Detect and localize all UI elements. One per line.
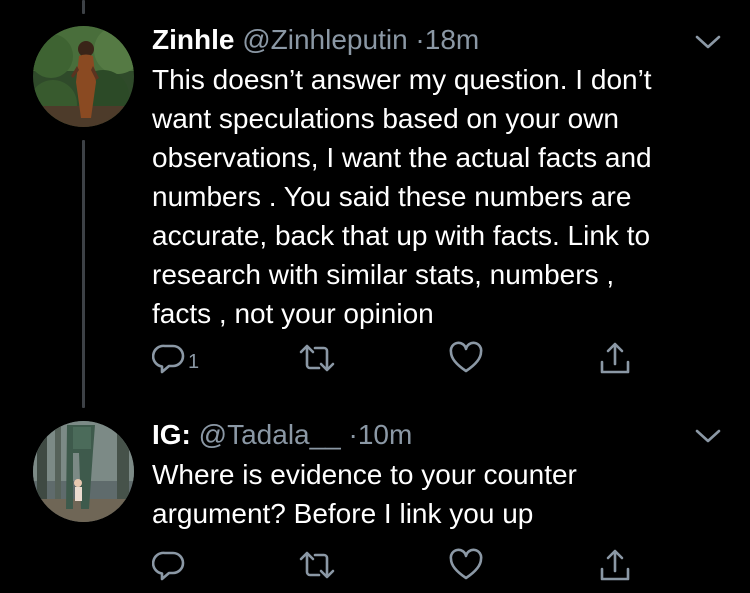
- tweet-text-line: This doesn’t answer my question. I don’t: [152, 64, 652, 95]
- tweet-header: Zinhle @Zinhleputin ·18m: [152, 23, 694, 57]
- tweet-actions: 1: [152, 338, 652, 378]
- display-name[interactable]: IG:: [152, 419, 191, 450]
- tweet[interactable]: IG: @Tadala__ ·10m Where is evidence to …: [0, 400, 750, 593]
- tweet-actions: [152, 545, 652, 585]
- tweet-text-line: research with similar stats, numbers ,: [152, 259, 615, 290]
- reply-icon: [152, 551, 185, 581]
- tweet[interactable]: Zinhle @Zinhleputin ·18m This doesn’t an…: [0, 0, 750, 400]
- heart-icon: [449, 341, 483, 373]
- like-button[interactable]: [448, 338, 484, 378]
- share-icon: [600, 342, 630, 374]
- reply-icon: [152, 344, 185, 374]
- avatar[interactable]: [33, 421, 134, 522]
- tweet-text-line: numbers . You said these numbers are: [152, 181, 632, 212]
- tweet-text: This doesn’t answer my question. I don’t…: [152, 60, 694, 333]
- share-button[interactable]: [598, 338, 632, 378]
- retweet-button[interactable]: [298, 545, 336, 585]
- tweet-text-line: facts , not your opinion: [152, 298, 434, 329]
- tweet-content: IG: @Tadala__ ·10m Where is evidence to …: [152, 418, 694, 533]
- reply-count: 1: [188, 350, 200, 373]
- separator-dot: ·: [415, 24, 425, 55]
- avatar[interactable]: [33, 26, 134, 127]
- heart-icon: [449, 548, 483, 580]
- reply-button[interactable]: [152, 545, 188, 585]
- like-button[interactable]: [448, 545, 484, 585]
- timestamp[interactable]: 18m: [425, 24, 479, 55]
- avatar-photo: [33, 26, 134, 127]
- tweet-text-line: want speculations based on your own: [152, 103, 619, 134]
- username[interactable]: @Tadala__: [199, 419, 341, 450]
- retweet-icon: [299, 344, 335, 372]
- chevron-down-icon[interactable]: [694, 32, 722, 52]
- timestamp[interactable]: 10m: [358, 419, 412, 450]
- tweet-text-line: Where is evidence to your counter: [152, 459, 577, 490]
- username[interactable]: @Zinhleputin: [242, 24, 407, 55]
- tweet-text-line: argument? Before I link you up: [152, 498, 534, 529]
- share-button[interactable]: [598, 545, 632, 585]
- tweet-header: IG: @Tadala__ ·10m: [152, 418, 694, 452]
- reply-button[interactable]: 1: [152, 338, 199, 378]
- chevron-down-icon[interactable]: [694, 426, 722, 446]
- tweet-text-line: accurate, back that up with facts. Link …: [152, 220, 651, 251]
- retweet-icon: [299, 551, 335, 579]
- retweet-button[interactable]: [298, 338, 336, 378]
- tweet-content: Zinhle @Zinhleputin ·18m This doesn’t an…: [152, 23, 694, 333]
- share-icon: [600, 549, 630, 581]
- separator-dot: ·: [348, 419, 358, 450]
- avatar-photo: [33, 421, 134, 522]
- tweet-text-line: observations, I want the actual facts an…: [152, 142, 652, 173]
- tweet-text: Where is evidence to your counter argume…: [152, 455, 694, 533]
- display-name[interactable]: Zinhle: [152, 24, 234, 55]
